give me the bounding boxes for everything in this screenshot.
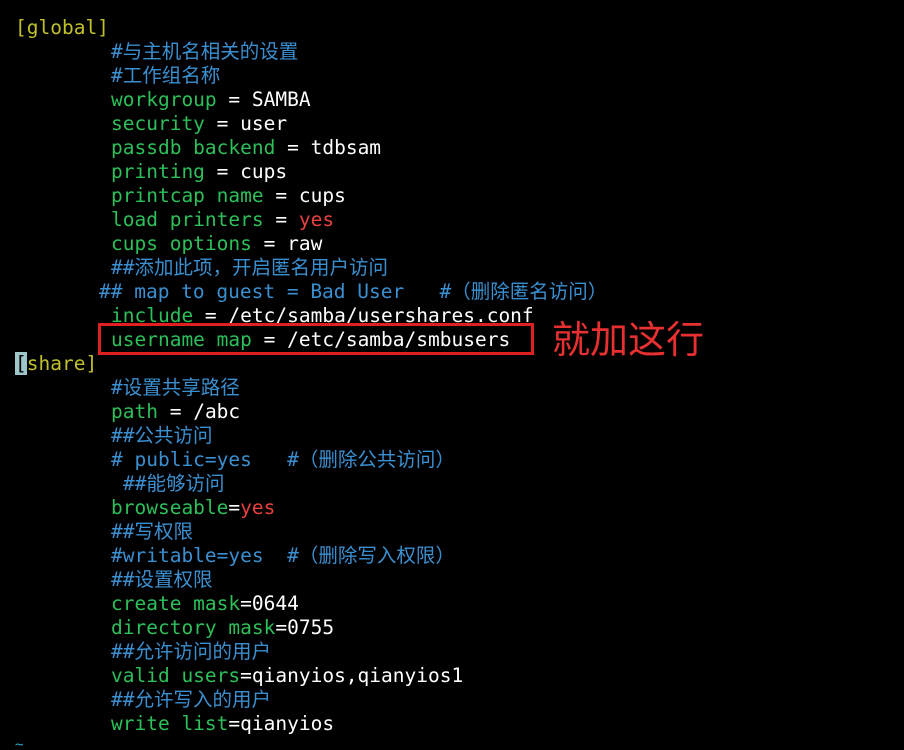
comment-line: #与主机名相关的设置 [111,40,299,63]
config-line-browseable: browseable=yes [111,496,276,519]
config-line-create-mask: create mask=0644 [111,592,299,615]
comment-line-writable: #writable=yes #（删除写入权限） [111,544,455,567]
config-line-printcap-name: printcap name = cups [111,184,346,207]
comment-line: ##添加此项，开启匿名用户访问 [111,256,388,279]
comment-line: #工作组名称 [111,64,221,87]
config-line-write-list: write list=qianyios [111,712,335,735]
config-line-passdb-backend: passdb backend = tdbsam [111,136,382,159]
highlight-box [98,323,534,355]
comment-line-public: # public=yes #（删除公共访问） [111,448,455,471]
config-line-directory-mask: directory mask=0755 [111,616,335,639]
section-header-global: [global] [15,16,109,39]
comment-line: #设置共享路径 [111,376,240,399]
comment-line-map-to-guest: ## map to guest = Bad User #（删除匿名访问） [99,280,608,303]
comment-line: ##允许访问的用户 [111,640,271,663]
section-header-share: [share] [15,352,98,375]
config-line-workgroup: workgroup = SAMBA [111,88,311,111]
config-line-path: path = /abc [111,400,241,423]
comment-line: ##允许写入的用户 [111,688,271,711]
config-line-security: security = user [111,112,288,135]
config-line-cups-options: cups options = raw [111,232,323,255]
comment-line: ##写权限 [111,520,193,543]
config-line-printing: printing = cups [111,160,288,183]
config-line-valid-users: valid users=qianyios,qianyios1 [111,664,464,687]
comment-line: ##设置权限 [111,568,213,591]
comment-line: ##公共访问 [111,424,213,447]
text-cursor: [ [15,352,27,375]
config-line-load-printers: load printers = yes [111,208,335,231]
terminal-editor[interactable]: [global] #与主机名相关的设置 #工作组名称 workgroup = S… [0,0,904,750]
comment-line: ##能够访问 [123,472,225,495]
empty-line-tilde: ~ [15,738,24,750]
annotation-label: 就加这行 [552,318,705,362]
